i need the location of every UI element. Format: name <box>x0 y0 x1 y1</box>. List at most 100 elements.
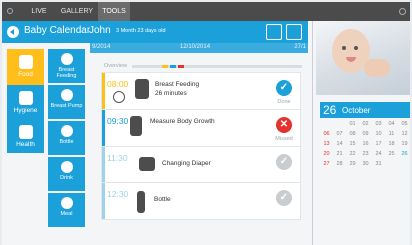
check-icon[interactable]: ✓ <box>276 154 292 170</box>
calendar-day-cell[interactable]: 07 <box>333 131 346 137</box>
calendar-day-cell[interactable]: 15 <box>346 141 359 147</box>
tab-gallery[interactable]: GALLERY <box>58 2 96 21</box>
date-prev[interactable]: 9/2014 <box>92 44 110 50</box>
category-hygiene[interactable]: Hygiene <box>7 85 44 119</box>
calendar-day-cell[interactable]: 25 <box>385 151 398 157</box>
health-icon <box>18 125 33 139</box>
food-icon <box>18 55 33 69</box>
drink-icon <box>60 161 73 173</box>
calendar-day-cell[interactable]: 23 <box>359 151 372 157</box>
top-nav-bar: LIVE GALLERY TOOLS <box>2 2 410 21</box>
date-strip: 9/2014 12/10/2014 27/1 <box>90 43 308 53</box>
calendar-day-cell[interactable]: 14 <box>333 141 346 147</box>
event-color-bar <box>102 147 105 183</box>
calendar-day-cell[interactable]: 05 <box>398 121 410 127</box>
subcat-bottle[interactable]: Bottle <box>48 121 85 155</box>
calendar-day-cell[interactable]: 20 <box>320 151 333 157</box>
overview-marker <box>170 65 176 68</box>
calendar-day-cell[interactable]: 16 <box>359 141 372 147</box>
event-label: Changing Diaper <box>162 160 211 167</box>
calendar-day-icon[interactable] <box>266 24 282 40</box>
menu-dot-icon[interactable] <box>7 8 13 14</box>
calendar-day-cell[interactable]: 06 <box>320 131 333 137</box>
overview-marker <box>178 65 184 68</box>
calendar-day-cell[interactable]: 04 <box>385 121 398 127</box>
calendar-month: October <box>342 106 371 115</box>
x-icon[interactable]: ✕ <box>276 117 292 133</box>
calendar-day-cell[interactable]: 12 <box>398 131 410 137</box>
category-food[interactable]: Food <box>7 49 44 85</box>
tab-live[interactable]: LIVE <box>24 2 54 21</box>
calendar-day-cell[interactable]: 26 <box>398 151 410 157</box>
baby-photo <box>316 21 410 95</box>
event-card[interactable]: 08:00 Breast Feeding 26 minutes ✓ Done <box>101 72 301 110</box>
calendar-month-icon[interactable] <box>286 24 302 40</box>
calendar-day-cell[interactable]: 24 <box>372 151 385 157</box>
subcat-breast-pump[interactable]: Breast Pump <box>48 85 85 119</box>
calendar-day-cell[interactable]: 21 <box>333 151 346 157</box>
event-time: 08:00 <box>107 79 129 89</box>
breast-pump-icon <box>60 89 73 101</box>
panel-divider <box>312 21 313 245</box>
calendar-header: Baby Calendar John 3 Month 23 days old <box>2 21 308 43</box>
event-time: 12:30 <box>107 189 129 199</box>
event-card[interactable]: 11:30 Changing Diaper ✓ <box>101 146 301 184</box>
calendar-day-cell[interactable]: 13 <box>320 141 333 147</box>
close-dot-icon[interactable] <box>399 8 406 15</box>
event-label: Breast Feeding <box>155 81 200 88</box>
subcat-drink[interactable]: Drink <box>48 157 85 191</box>
category-label: Food <box>18 71 33 78</box>
check-icon[interactable]: ✓ <box>276 80 292 96</box>
calendar-day-cell[interactable]: 02 <box>359 121 372 127</box>
breast-feeding-icon <box>60 53 73 65</box>
event-color-bar <box>102 183 105 219</box>
baby-hand <box>364 59 390 77</box>
calendar-day-cell[interactable]: 28 <box>333 161 346 167</box>
event-label: Bottle <box>154 196 171 203</box>
calendar-day-cell[interactable]: 27 <box>320 161 333 167</box>
calendar-day-cell[interactable]: 31 <box>372 161 385 167</box>
calendar-day: 26 <box>323 103 337 117</box>
category-health[interactable]: Health <box>7 119 44 153</box>
hygiene-icon <box>18 91 33 105</box>
calendar-day-cell[interactable]: 03 <box>372 121 385 127</box>
check-icon[interactable]: ✓ <box>276 190 292 206</box>
calendar-day-cell[interactable]: 01 <box>346 121 359 127</box>
subcat-label: Breast Feeding <box>56 67 77 79</box>
overview-bar <box>132 65 302 68</box>
status-text: Missed <box>275 136 293 142</box>
subcat-label: Bottle <box>59 139 74 145</box>
calendar-day-cell[interactable]: 30 <box>359 161 372 167</box>
alarm-clock-icon <box>113 91 125 103</box>
bottle-icon <box>137 191 145 213</box>
subcat-label: Breast Pump <box>50 103 83 109</box>
event-label: Measure Body Growth <box>150 118 215 125</box>
date-next[interactable]: 27/1 <box>294 44 306 50</box>
bottle-icon <box>60 125 73 137</box>
subcat-meal[interactable]: Meal <box>48 193 85 227</box>
overview-marker <box>162 65 168 68</box>
calendar-day-cell[interactable]: 18 <box>385 141 398 147</box>
overview-label: Overview <box>104 63 127 69</box>
calendar-day-cell[interactable]: 17 <box>372 141 385 147</box>
status-text: Done <box>277 99 291 105</box>
date-current: 12/10/2014 <box>180 44 211 50</box>
calendar-day-cell[interactable]: 19 <box>398 141 410 147</box>
tab-tools[interactable]: TOOLS <box>98 2 130 21</box>
event-time: 11:30 <box>107 153 128 163</box>
calendar-day-cell[interactable]: 09 <box>359 131 372 137</box>
breast-feeding-icon <box>135 79 149 99</box>
child-name: John <box>89 25 111 36</box>
calendar-day-cell[interactable]: 29 <box>346 161 359 167</box>
calendar-day-cell[interactable]: 22 <box>346 151 359 157</box>
calendar-day-cell[interactable]: 11 <box>385 131 398 137</box>
event-color-bar <box>102 73 105 109</box>
calendar-day-cell[interactable]: 08 <box>346 131 359 137</box>
event-card[interactable]: 12:30 Bottle ✓ <box>101 182 301 220</box>
scale-icon <box>130 116 142 136</box>
back-icon[interactable] <box>7 26 19 38</box>
subcat-breast-feeding[interactable]: Breast Feeding <box>48 49 85 83</box>
event-card[interactable]: 09:30 Measure Body Growth ✕ Missed <box>101 109 301 147</box>
child-age: 3 Month 23 days old <box>116 28 166 34</box>
calendar-day-cell[interactable]: 10 <box>372 131 385 137</box>
